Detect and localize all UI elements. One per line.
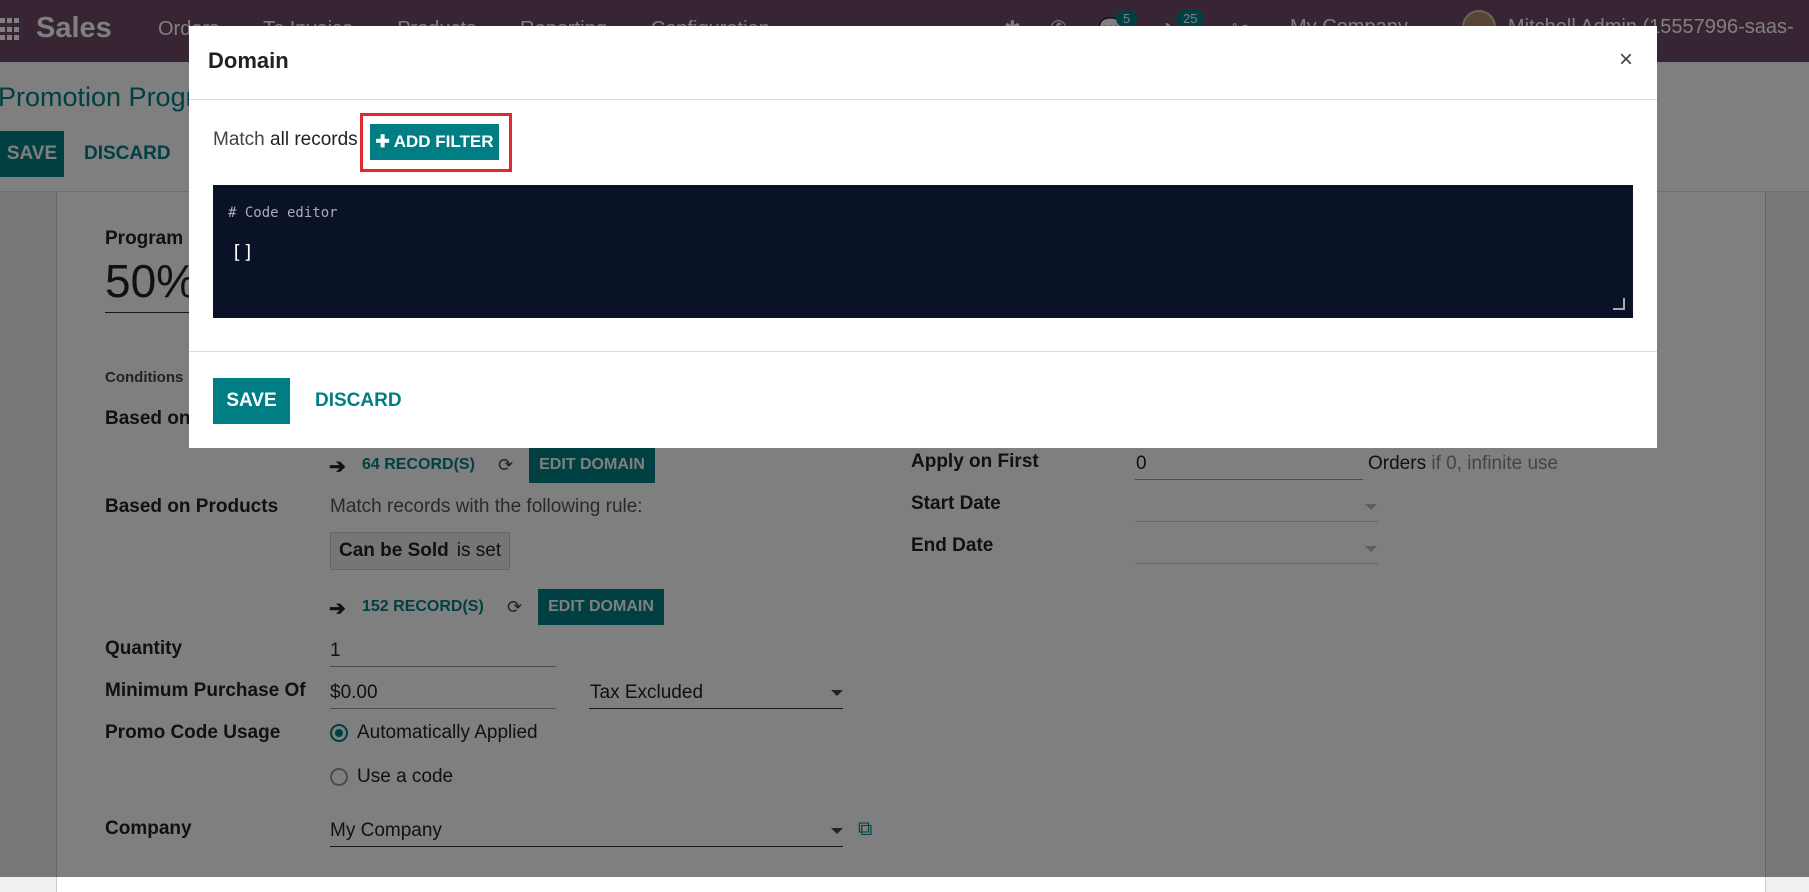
dialog-save-button[interactable]: SAVE: [213, 378, 290, 424]
match-scope: all records: [270, 129, 358, 150]
dialog-header-divider: [189, 99, 1657, 100]
resize-handle-icon[interactable]: [1613, 298, 1625, 310]
dialog-discard-button[interactable]: DISCARD: [315, 390, 402, 412]
code-editor[interactable]: # Code editor []: [213, 185, 1633, 318]
add-filter-button[interactable]: ✚ ADD FILTER: [370, 124, 499, 160]
close-icon[interactable]: ×: [1619, 46, 1633, 74]
add-filter-label: ADD FILTER: [393, 132, 494, 151]
plus-icon: ✚: [375, 132, 390, 151]
match-records-text: Match all records: [213, 129, 358, 151]
code-editor-comment: # Code editor: [228, 205, 338, 221]
code-editor-value[interactable]: []: [231, 241, 254, 263]
dialog-footer-divider: [189, 351, 1657, 352]
dialog-title: Domain: [208, 48, 289, 73]
match-prefix: Match: [213, 129, 265, 150]
domain-dialog: Domain × Match all records ✚ ADD FILTER …: [189, 26, 1657, 448]
